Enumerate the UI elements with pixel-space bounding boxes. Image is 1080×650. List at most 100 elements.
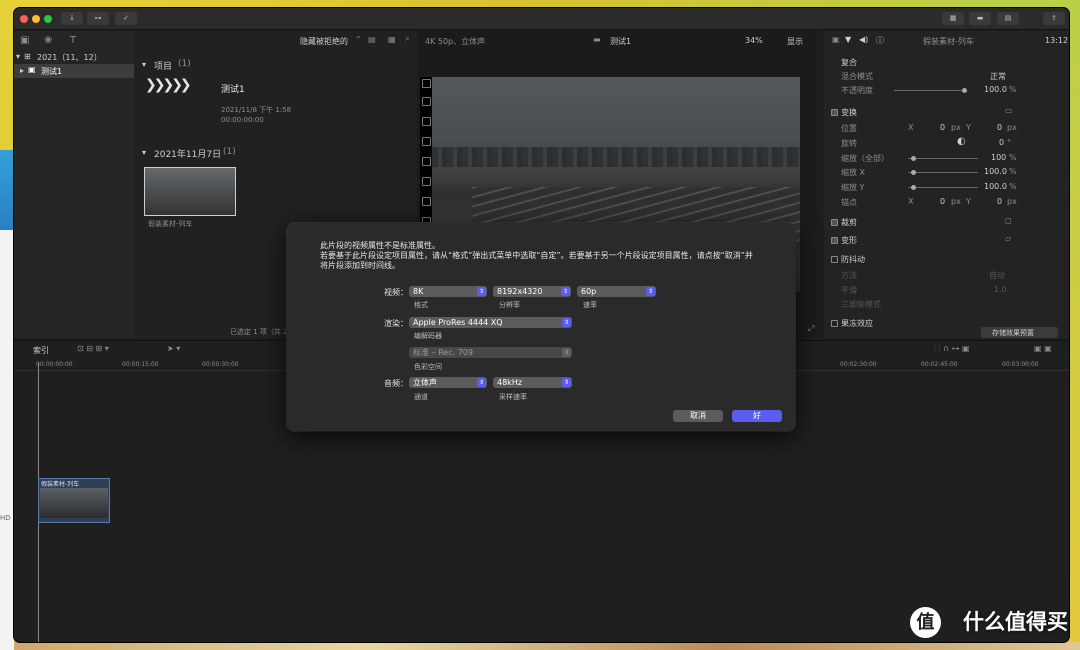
disclosure-icon[interactable]: ▾ [142, 148, 146, 157]
view-menu[interactable]: 显示 [787, 36, 803, 47]
clip-connections-icon[interactable]: ⊡ ⊟ ⊞ ▾ [77, 344, 109, 353]
import-icon[interactable]: ↓ [61, 12, 83, 25]
transform-header: 变换 [841, 108, 857, 117]
ok-button[interactable]: 好 [732, 410, 782, 422]
anchor-x-value[interactable]: 0 [940, 197, 945, 206]
stepper-icon: ⇕ [477, 287, 486, 296]
scale-y-value[interactable]: 100.0 [984, 182, 1007, 191]
save-preset-button[interactable]: 存储效果预置 [981, 327, 1058, 338]
disclosure-icon[interactable]: ▾ [142, 60, 146, 69]
stab-smooth-label: 平滑 [841, 286, 857, 295]
keyword-icon[interactable]: ⊶ [87, 12, 109, 25]
stabilization-checkbox[interactable] [831, 256, 838, 263]
rate-popup[interactable]: 60p ⇕ [577, 286, 656, 297]
share-icon[interactable]: ⇪ [1043, 12, 1065, 25]
crop-checkbox[interactable] [831, 219, 838, 226]
position-y-value[interactable]: 0 [997, 123, 1002, 132]
scale-all-value[interactable]: 100 [991, 153, 1006, 162]
transform-checkbox[interactable] [831, 109, 838, 116]
scale-all-slider[interactable] [908, 156, 978, 161]
event-row[interactable]: ▸ ▣ 测试1 [14, 64, 134, 78]
samplerate-value: 48kHz [497, 378, 523, 387]
cancel-button[interactable]: 取消 [673, 410, 723, 422]
select-tool-icon[interactable]: ➤ ▾ [167, 344, 180, 353]
degree-unit: ° [1007, 138, 1011, 147]
rotation-dial-icon[interactable]: ◐ [957, 136, 966, 147]
clip-appearance-icon[interactable]: ▣ ▣ [1034, 344, 1052, 353]
position-x-value[interactable]: 0 [940, 123, 945, 132]
samplerate-popup[interactable]: 48kHz ⇕ [493, 377, 572, 388]
minimize-window-button[interactable] [32, 15, 40, 23]
project-name[interactable]: 测试1 [221, 82, 245, 95]
filmstrip-icon[interactable]: ▦ [388, 35, 396, 44]
layout-browser-icon[interactable]: ▦ [942, 12, 964, 25]
hd-badge: HD [0, 514, 11, 522]
layout-inspector-icon[interactable]: ▤ [997, 12, 1019, 25]
info-inspector-icon[interactable]: ⓘ [876, 35, 884, 46]
resolution-popup[interactable]: 8192x4320 ⇕ [493, 286, 571, 297]
fullscreen-icon[interactable]: ⤢ [808, 324, 814, 334]
zoom-window-button[interactable] [44, 15, 52, 23]
rotation-label: 旋转 [841, 139, 857, 148]
video-inspector-icon[interactable]: ▣ [832, 35, 840, 44]
crop-onscreen-icon[interactable]: ◻ [1005, 216, 1012, 225]
blend-mode-value[interactable]: 正常 [990, 71, 1006, 82]
ruler-tick: 00:02:30:00 [840, 361, 877, 368]
anchor-x-label: X [908, 197, 914, 206]
channels-popup[interactable]: 立体声 ⇕ [409, 377, 487, 388]
audio-inspector-icon[interactable]: ◀) [859, 35, 868, 44]
stepper-icon: ⇕ [477, 378, 486, 387]
clip-appearance-icon[interactable]: ▤ [368, 35, 376, 44]
disclosure-icon[interactable]: ▸ [20, 66, 24, 75]
colorspace-popup: 标准 – Rec. 709 ⇕ [409, 347, 572, 358]
format-popup[interactable]: 8K ⇕ [409, 286, 487, 297]
libraries-icon[interactable]: ▣ [20, 35, 29, 46]
layout-timeline-icon[interactable]: ▬ [969, 12, 991, 25]
search-icon[interactable]: ⌕ [405, 34, 409, 44]
rolling-shutter-checkbox[interactable] [831, 320, 838, 327]
titles-icon[interactable]: T [70, 35, 76, 46]
projects-header: 项目 [154, 62, 173, 72]
library-name[interactable]: 2021（11、12） [37, 52, 102, 63]
percent-unit: % [1009, 153, 1017, 162]
date-group-count: (1) [223, 147, 236, 157]
resolution-value: 8192x4320 [497, 287, 543, 296]
photos-icon[interactable]: ❀ [44, 35, 52, 46]
px-unit: px [1007, 123, 1017, 132]
watermark-text: 什么值得买 [963, 610, 1068, 634]
resolution-caption: 分辨率 [499, 301, 520, 309]
watermark-logo: 值 [910, 607, 941, 638]
dialog-message-line3: 将片段添加到时间线。 [320, 261, 400, 270]
zoom-menu[interactable]: 34% [745, 36, 763, 45]
background-tasks-icon[interactable]: ✓ [115, 12, 137, 25]
stab-method-label: 方法 [841, 271, 857, 280]
opacity-value[interactable]: 100.0 [984, 85, 1007, 94]
transform-onscreen-icon[interactable]: ▭ [1005, 106, 1013, 115]
scale-y-slider[interactable] [908, 185, 978, 190]
filter-menu[interactable]: 隐藏被拒绝的 [300, 36, 348, 47]
crop-header: 裁剪 [841, 218, 857, 227]
timeline-clip-name: 假装素材-列车 [41, 481, 80, 488]
scale-x-label: 缩放 X [841, 168, 866, 177]
opacity-slider[interactable] [894, 88, 967, 93]
scale-x-value[interactable]: 100.0 [984, 167, 1007, 176]
audio-skim-icon[interactable]: ⫶ ⫶ ∩ ⊶ ▣ [934, 344, 970, 354]
color-inspector-icon[interactable]: ▼ [845, 35, 851, 44]
distort-checkbox[interactable] [831, 237, 838, 244]
timeline-clip[interactable]: 假装素材-列车 [38, 478, 110, 523]
project-clapper-icon[interactable]: ❯❯❯❯❯ [145, 77, 215, 93]
close-window-button[interactable] [20, 15, 28, 23]
ruler-tick: 00:03:00:00 [1002, 361, 1039, 368]
clip-thumbnail[interactable] [144, 167, 236, 216]
rotation-value[interactable]: 0 [999, 138, 1004, 147]
disclosure-icon[interactable]: ▾ [16, 52, 20, 61]
selection-status: 已选定 1 项（共 2 [230, 328, 288, 336]
project-icon: ▬ [593, 35, 601, 44]
anchor-y-value[interactable]: 0 [997, 197, 1002, 206]
codec-popup[interactable]: Apple ProRes 4444 XQ ⇕ [409, 317, 572, 328]
scale-x-slider[interactable] [908, 170, 978, 175]
filter-chevron-icon[interactable]: ⌃ [355, 35, 362, 44]
stab-tripod-label: 三脚架模式 [841, 300, 881, 309]
distort-onscreen-icon[interactable]: ▱ [1005, 234, 1011, 243]
index-tab[interactable]: 索引 [33, 345, 49, 356]
